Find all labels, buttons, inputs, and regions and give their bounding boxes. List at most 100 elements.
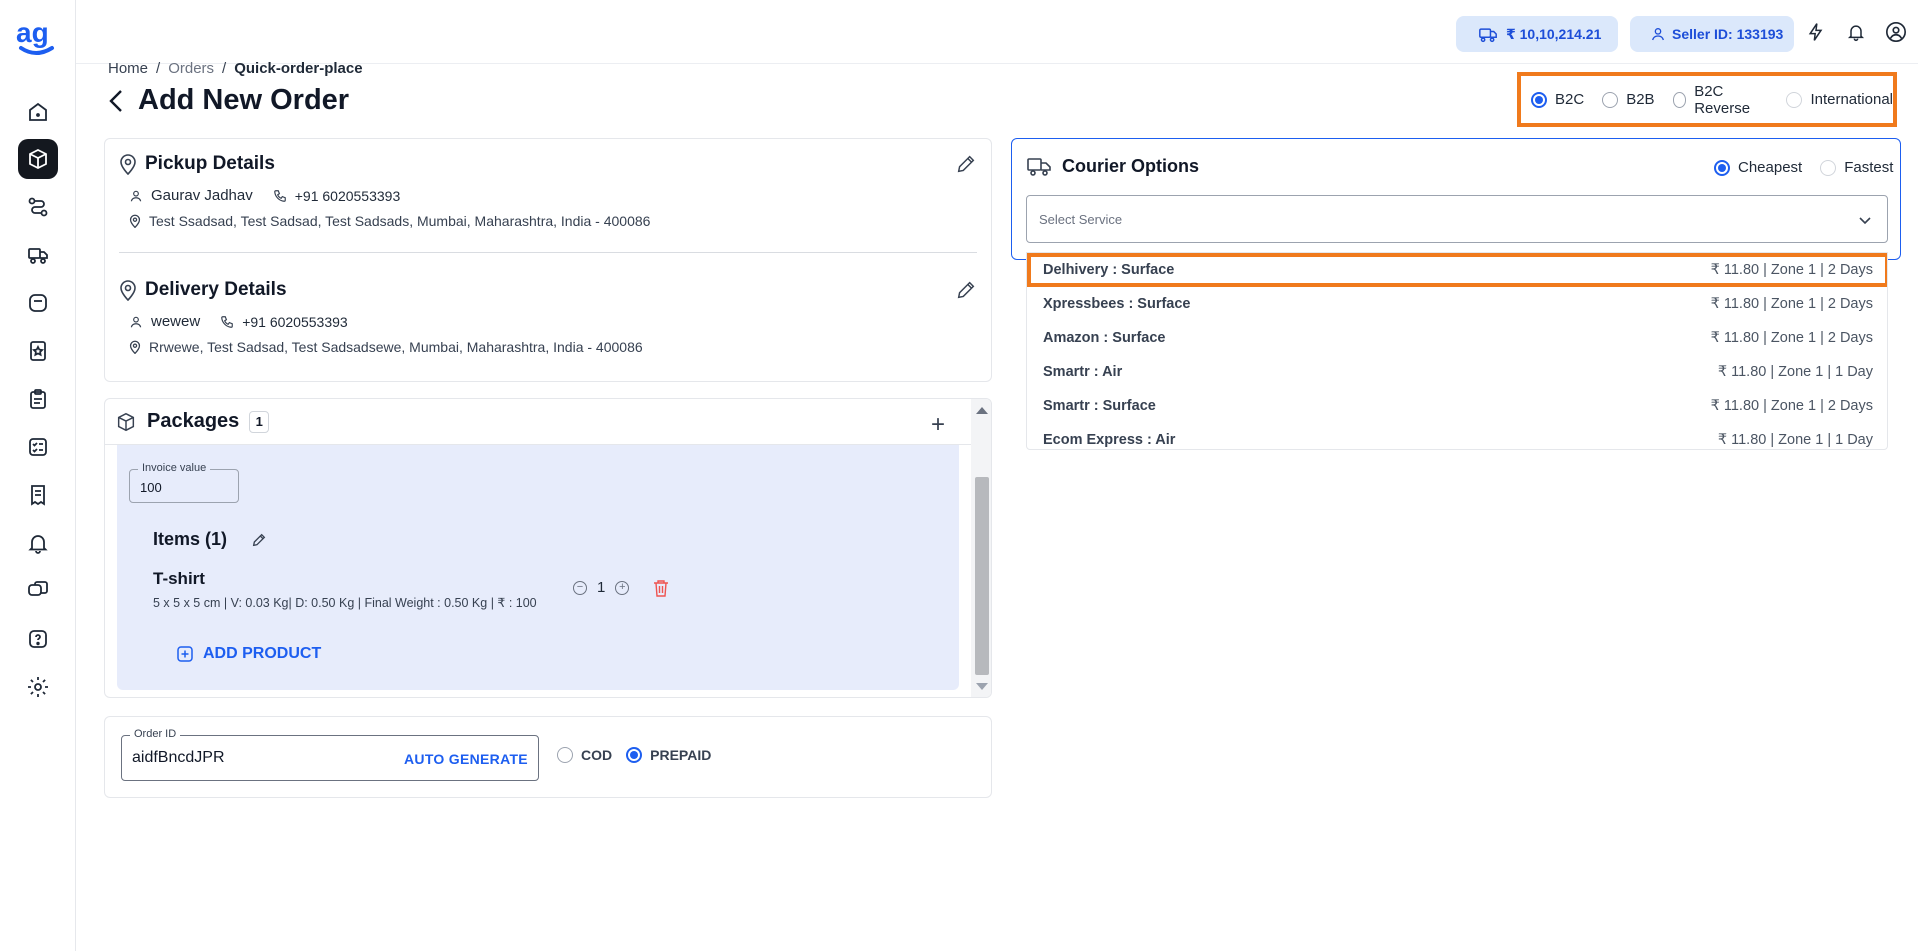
order-type-b2b[interactable]: B2B	[1602, 91, 1655, 108]
bell-icon	[1847, 25, 1865, 42]
sidebar-item-shipments[interactable]	[18, 235, 58, 275]
radio-selected[interactable]	[626, 747, 643, 763]
address-card: Pickup Details Gaurav Jadhav +91 6020553…	[104, 138, 992, 382]
wallet-balance-button[interactable]: ₹ 10,10,214.21	[1456, 16, 1618, 52]
auto-generate-button[interactable]: AUTO GENERATE	[404, 751, 528, 767]
order-id-field[interactable]: Order ID aidfBncdJPR AUTO GENERATE	[121, 728, 539, 781]
order-type-b2c-reverse[interactable]: B2C Reverse	[1672, 82, 1769, 117]
order-type-radio-group: B2C B2B B2C Reverse International	[1517, 72, 1897, 127]
increment-button[interactable]: +	[615, 580, 630, 595]
service-option-name: Xpressbees : Surface	[1043, 296, 1191, 312]
person-icon	[130, 190, 142, 201]
sidebar: ag	[0, 0, 76, 951]
scroll-down-arrow[interactable]	[976, 683, 988, 690]
seller-id-button[interactable]: Seller ID: 133193	[1630, 16, 1794, 52]
scrollbar-thumb[interactable]	[975, 477, 989, 675]
edit-delivery-icon[interactable]	[955, 279, 977, 301]
packages-scrollbar[interactable]	[971, 399, 991, 697]
profile-button[interactable]	[1884, 20, 1908, 44]
radio-unselected[interactable]	[1786, 91, 1803, 108]
sidebar-item-home[interactable]	[18, 92, 58, 132]
radio-selected[interactable]	[1531, 91, 1547, 108]
sidebar-item-billing[interactable]	[18, 475, 58, 515]
sidebar-item-support-chat[interactable]	[18, 571, 58, 611]
sidebar-item-reviews[interactable]	[18, 331, 58, 371]
quick-actions-button[interactable]	[1804, 20, 1828, 44]
invoice-value: 100	[140, 480, 162, 495]
service-option-name: Smartr : Surface	[1043, 398, 1156, 414]
sidebar-item-routes[interactable]	[18, 187, 58, 227]
packages-header: Packages 1	[105, 399, 971, 445]
person-icon	[130, 316, 142, 327]
order-type-label: B2C Reverse	[1694, 82, 1751, 117]
sort-cheapest[interactable]: Cheapest	[1714, 159, 1802, 176]
service-option[interactable]: Smartr : Surface ₹ 11.80 | Zone 1 | 2 Da…	[1027, 389, 1887, 423]
invoice-value-input[interactable]: Invoice value 100	[129, 462, 239, 503]
add-product-button[interactable]: ADD PRODUCT	[177, 645, 321, 663]
breadcrumb-home[interactable]: Home	[108, 60, 148, 77]
top-bar: ₹ 10,10,214.21 Seller ID: 133193	[76, 0, 1918, 64]
sidebar-item-settings[interactable]	[18, 667, 58, 707]
order-id-label: Order ID	[130, 728, 181, 740]
radio-unselected[interactable]	[1602, 91, 1619, 108]
service-option-meta: ₹ 11.80 | Zone 1 | 1 Day	[1717, 364, 1873, 380]
add-package-button[interactable]: +	[931, 411, 945, 439]
decrement-button[interactable]: −	[573, 580, 587, 595]
sort-fastest[interactable]: Fastest	[1820, 159, 1893, 176]
receipt-icon	[31, 485, 45, 506]
service-option-name: Ecom Express : Air	[1043, 432, 1176, 448]
sidebar-item-weight[interactable]	[18, 283, 58, 323]
scroll-up-arrow[interactable]	[976, 407, 988, 414]
payment-cod[interactable]: COD	[557, 747, 612, 763]
checklist-icon	[29, 438, 47, 456]
breadcrumb-separator: /	[156, 60, 161, 77]
service-option[interactable]: Ecom Express : Air ₹ 11.80 | Zone 1 | 1 …	[1027, 423, 1887, 449]
page-header: Add New Order	[108, 84, 349, 117]
breadcrumb: Home / Orders / Quick-order-place	[108, 60, 363, 77]
radio-unselected[interactable]	[1820, 159, 1837, 176]
service-option[interactable]: Amazon : Surface ₹ 11.80 | Zone 1 | 2 Da…	[1027, 321, 1887, 355]
phone-icon	[221, 315, 234, 328]
phone-icon	[273, 189, 286, 202]
sidebar-item-notifications[interactable]	[18, 523, 58, 563]
service-option[interactable]: Delhivery : Surface ₹ 11.80 | Zone 1 | 2…	[1027, 253, 1887, 287]
breadcrumb-separator: /	[222, 60, 227, 77]
package-icon	[117, 412, 135, 431]
radio-unselected[interactable]	[1672, 91, 1687, 108]
service-option-meta: ₹ 11.80 | Zone 1 | 1 Day	[1717, 432, 1873, 448]
service-option[interactable]: Smartr : Air ₹ 11.80 | Zone 1 | 1 Day	[1027, 355, 1887, 389]
breadcrumb-orders[interactable]: Orders	[168, 60, 214, 77]
select-service-dropdown[interactable]: Select Service	[1026, 195, 1888, 243]
order-id-value: aidfBncdJPR	[132, 749, 225, 766]
edit-items-icon[interactable]	[251, 532, 267, 548]
profile-icon	[1886, 22, 1906, 42]
items-header: Items (1)	[153, 529, 267, 550]
sidebar-item-orders[interactable]	[18, 139, 58, 179]
radio-selected[interactable]	[1714, 159, 1730, 176]
pickup-address: Test Ssadsad, Test Sadsad, Test Sadsads,…	[149, 213, 651, 229]
delete-item-icon[interactable]	[653, 579, 669, 597]
brand-logo[interactable]: ag	[16, 17, 58, 56]
radio-unselected[interactable]	[557, 747, 573, 763]
order-type-international[interactable]: International	[1786, 91, 1893, 108]
notifications-button[interactable]	[1844, 20, 1868, 44]
page-title: Add New Order	[138, 84, 350, 116]
service-option[interactable]: Xpressbees : Surface ₹ 11.80 | Zone 1 | …	[1027, 287, 1887, 321]
pickup-title: Pickup Details	[119, 153, 275, 175]
sidebar-item-reports[interactable]	[18, 379, 58, 419]
wallet-balance: ₹ 10,10,214.21	[1506, 25, 1602, 42]
gear-icon	[28, 677, 48, 697]
payment-prepaid[interactable]: PREPAID	[626, 747, 711, 763]
service-option-name: Amazon : Surface	[1043, 330, 1166, 346]
svg-text:ag: ag	[16, 18, 49, 48]
location-pin-icon	[120, 154, 136, 175]
order-type-b2c[interactable]: B2C	[1531, 91, 1584, 108]
edit-pickup-icon[interactable]	[955, 153, 977, 175]
item-details: 5 x 5 x 5 cm | V: 0.03 Kg| D: 0.50 Kg | …	[153, 596, 537, 610]
sidebar-item-help[interactable]	[18, 619, 58, 659]
sort-label: Cheapest	[1738, 159, 1803, 176]
order-type-label: International	[1810, 91, 1893, 108]
invoice-value-label: Invoice value	[138, 462, 211, 474]
sidebar-item-tasks[interactable]	[18, 427, 58, 467]
back-arrow-icon[interactable]	[108, 89, 124, 113]
